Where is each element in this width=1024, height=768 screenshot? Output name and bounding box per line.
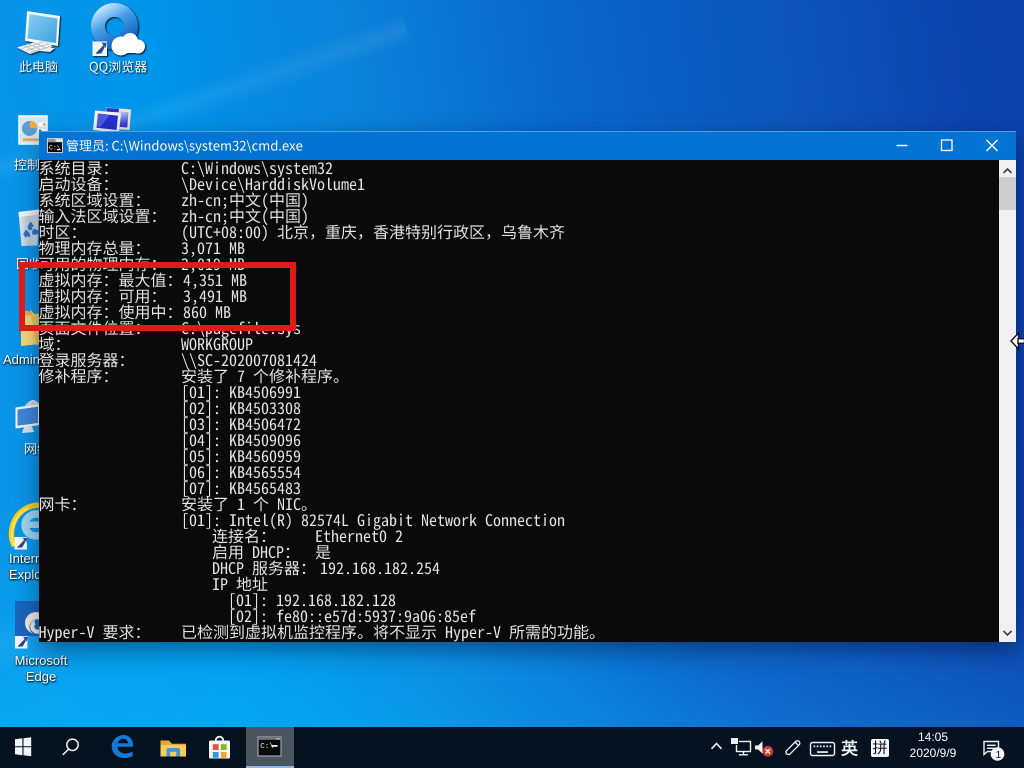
svg-text:C:\: C:\: [49, 145, 61, 152]
svg-text:1: 1: [996, 749, 1002, 761]
